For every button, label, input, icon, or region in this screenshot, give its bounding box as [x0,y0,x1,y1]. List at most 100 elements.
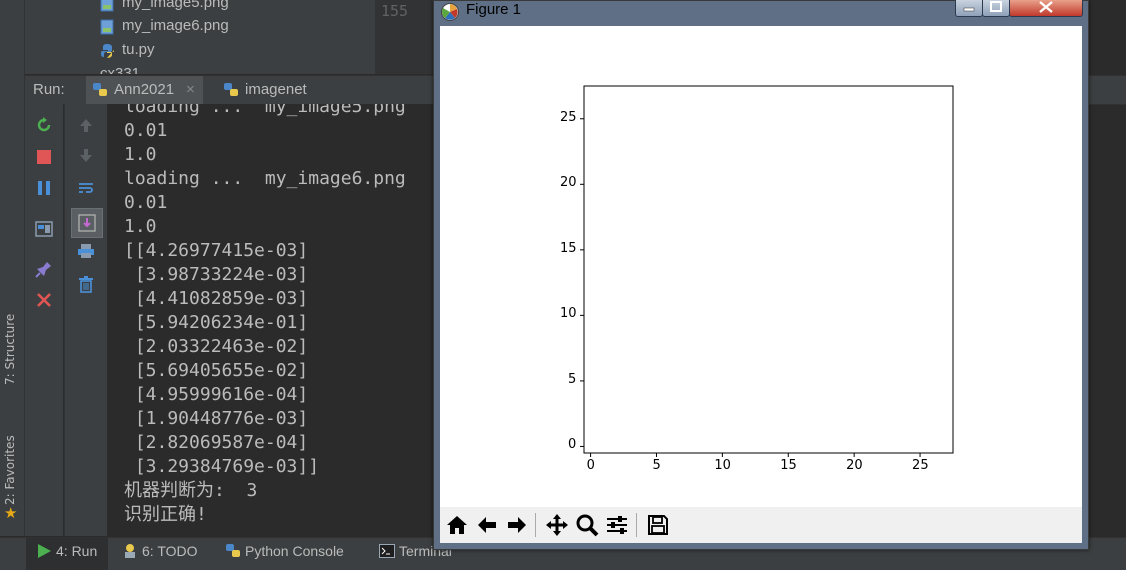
stop-button[interactable] [33,146,55,168]
x-tick-label: 20 [846,458,863,473]
clear-all-button[interactable] [75,273,97,295]
maximize-button[interactable] [982,0,1010,17]
trash-icon [79,276,93,293]
figure-window[interactable]: Figure 1 0 5 10 15 20 25 0 5 10 15 20 25 [433,0,1089,550]
y-tick-label: 10 [560,306,577,322]
save-icon [648,515,668,535]
print-button[interactable] [75,240,97,262]
project-tree: my_image5.png my_image6.png tu.py cx331 [25,0,375,74]
arrow-down-icon [80,149,92,162]
console-line: [[4.26977415e-03] [124,240,309,261]
pin-button[interactable] [33,258,55,280]
restore-layout-button[interactable] [33,218,55,240]
tab-python-console[interactable]: Python Console [222,538,362,570]
python-file-icon [101,44,114,58]
run-label: Run: [33,81,65,98]
tree-item-tu-py[interactable]: tu.py [101,41,155,58]
terminal-icon [379,544,395,558]
scroll-down-button[interactable] [75,145,97,167]
print-icon [78,244,94,258]
run-toolbar-primary [25,104,63,536]
figure-title-bar[interactable]: Figure 1 [434,0,1088,23]
layout-icon [35,221,53,237]
line-number: 155 [381,2,409,20]
back-button[interactable] [473,511,501,539]
x-tick-label: 25 [912,458,929,473]
favorites-tab-label: 2: Favorites [3,435,17,505]
figure-toolbar [440,507,1082,543]
python-icon [224,83,238,96]
run-console-output[interactable]: loading ... my_image5.png 0.01 1.0 loadi… [107,104,433,536]
home-icon [447,516,467,534]
console-line: [2.03322463e-02] [124,336,309,357]
scroll-up-button[interactable] [75,114,97,136]
tree-item-my-image6[interactable]: my_image6.png [100,17,229,35]
tree-item-folder[interactable]: cx331 [100,65,140,74]
run-tab-label: Ann2021 [114,81,175,98]
home-button[interactable] [443,511,471,539]
close-run-button[interactable] [33,289,55,311]
tab-label: 6: TODO [142,543,198,559]
x-tick-label: 5 [652,458,661,473]
pin-icon [35,262,51,278]
forward-button[interactable] [503,511,531,539]
structure-tab[interactable]: 7: Structure [3,314,17,385]
tree-item-label: my_image6.png [122,17,229,34]
y-tick-label: 25 [560,109,577,125]
run-toolbar-secondary [64,104,107,536]
run-tab-label: imagenet [245,81,307,98]
wrap-icon [79,183,93,193]
console-line: loading ... my_image6.png [124,168,406,189]
console-line: [5.94206234e-01] [124,312,309,333]
run-tab-imagenet[interactable]: imagenet [217,76,367,104]
image-file-icon [100,19,114,35]
y-tick-label: 15 [560,240,577,256]
console-line: [4.41082859e-03] [124,288,309,309]
console-line: 1.0 [124,216,157,237]
pan-button[interactable] [543,511,571,539]
editor-area[interactable] [1086,0,1126,74]
image-plot[interactable] [440,26,1082,507]
save-figure-button[interactable] [644,511,672,539]
tab-run[interactable]: 4: Run [26,538,108,570]
tree-item-my-image5[interactable]: my_image5.png [100,0,229,12]
y-tick-label: 20 [560,175,577,191]
forward-arrow-icon [508,517,526,533]
python-icon [93,83,107,96]
y-tick-label: 0 [568,437,577,453]
close-window-button[interactable] [1009,0,1083,17]
back-arrow-icon [478,517,496,533]
image-file-icon [100,0,114,12]
arrow-up-icon [80,119,92,132]
close-icon[interactable]: × [186,76,195,104]
pause-button[interactable] [33,177,55,199]
pan-icon [546,514,568,536]
favorites-tab[interactable]: 2: Favorites [3,435,17,505]
minimize-icon [963,7,975,12]
rerun-button[interactable] [33,114,55,136]
close-icon [37,293,51,307]
figure-canvas[interactable]: 0 5 10 15 20 25 0 5 10 15 20 25 [440,26,1082,507]
zoom-button[interactable] [573,511,601,539]
star-icon: ★ [4,504,18,522]
rerun-icon [37,117,51,132]
console-line: [1.90448776e-03] [124,408,309,429]
minimize-button[interactable] [955,0,983,17]
console-line: 0.01 [124,120,168,141]
stop-icon [37,150,51,164]
pause-icon [38,181,50,195]
tab-todo[interactable]: 6: TODO [118,538,213,570]
tree-item-label: my_image5.png [122,0,229,11]
axis-ticks [580,118,921,457]
left-tool-strip: 7: Structure 2: Favorites ★ [0,0,25,536]
run-tab-ann2021[interactable]: Ann2021 × [86,76,203,104]
soft-wrap-button[interactable] [75,177,97,199]
console-line: 1.0 [124,144,157,165]
axes-frame [583,85,954,454]
scroll-to-end-button[interactable] [71,208,103,238]
toolbar-separator [636,513,637,537]
configure-subplots-button[interactable] [603,511,631,539]
toolbar-separator [535,513,536,537]
console-line: 机器判断为: 3 [124,480,258,501]
console-line: [4.95999616e-04] [124,384,309,405]
